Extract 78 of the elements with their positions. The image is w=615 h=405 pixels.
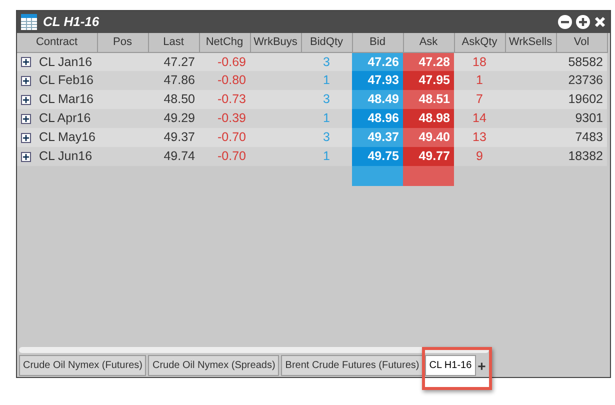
expand-icon[interactable] xyxy=(21,94,31,105)
column-header[interactable]: Vol xyxy=(556,33,607,52)
table-cell: 9301 xyxy=(556,109,607,128)
bid-cell: 47.26 xyxy=(352,52,403,72)
table-cell: 47.27 xyxy=(148,52,199,72)
table-cell: 19602 xyxy=(556,90,607,110)
table-cell: 1 xyxy=(301,71,352,90)
column-header[interactable]: NetChg xyxy=(199,33,250,52)
table-cell: 3 xyxy=(301,90,352,110)
table-cell: -0.70 xyxy=(199,128,250,148)
minimize-icon[interactable] xyxy=(558,15,572,29)
table-cell: 3 xyxy=(301,128,352,148)
table-cell: 3 xyxy=(301,52,352,72)
table-cell: 48.50 xyxy=(148,90,199,110)
tab[interactable]: CL H1-16 xyxy=(425,355,476,376)
bid-cell: 48.96 xyxy=(352,109,403,128)
table-cell: -0.39 xyxy=(199,109,250,128)
bid-cell: 49.75 xyxy=(352,147,403,166)
tab[interactable]: Crude Oil Nymex (Spreads) xyxy=(148,355,280,376)
bid-cell: 48.49 xyxy=(352,90,403,110)
expand-icon[interactable] xyxy=(21,56,31,67)
column-header[interactable]: WrkSells xyxy=(505,33,556,52)
table-cell: 13 xyxy=(454,128,505,148)
table-cell: 49.29 xyxy=(148,109,199,128)
table-cell: 49.37 xyxy=(148,128,199,148)
column-header[interactable]: Ask xyxy=(403,33,454,52)
contract-name: CL Feb16 xyxy=(39,72,94,90)
ask-cell: 48.98 xyxy=(403,109,454,128)
close-icon[interactable] xyxy=(594,16,606,28)
add-icon[interactable] xyxy=(576,15,590,29)
column-header[interactable]: Pos xyxy=(97,33,148,52)
contract-name: CL Mar16 xyxy=(39,91,94,108)
column-header[interactable]: BidQty xyxy=(301,33,352,52)
ask-cell: 49.40 xyxy=(403,128,454,148)
highlight-frame xyxy=(422,347,492,390)
table-cell: 49.74 xyxy=(148,147,199,166)
column-header[interactable]: AskQty xyxy=(454,33,505,52)
table-cell: 23736 xyxy=(556,71,607,90)
contract-name: CL May16 xyxy=(39,129,96,146)
table-cell: 1 xyxy=(301,109,352,128)
window-title: CL H1-16 xyxy=(43,13,100,32)
table-cell: -0.69 xyxy=(199,52,250,72)
ask-cell: 49.77 xyxy=(403,147,454,166)
table-cell: 18 xyxy=(454,52,505,72)
table-cell: 58582 xyxy=(556,52,607,72)
table-cell: 18382 xyxy=(556,147,607,166)
table-cell: 9 xyxy=(454,147,505,166)
expand-icon[interactable] xyxy=(21,114,31,124)
column-header[interactable]: Last xyxy=(148,33,199,52)
ask-column-fill xyxy=(403,166,454,186)
ask-cell: 48.51 xyxy=(403,90,454,110)
column-header[interactable]: WrkBuys xyxy=(250,33,301,52)
tab[interactable]: Crude Oil Nymex (Futures) xyxy=(19,355,146,376)
column-header[interactable]: Bid xyxy=(352,33,403,52)
expand-icon[interactable] xyxy=(21,152,31,162)
add-tab-button[interactable]: + xyxy=(478,358,486,372)
bid-cell: 47.93 xyxy=(352,71,403,90)
table-cell: 7483 xyxy=(556,128,607,148)
expand-icon[interactable] xyxy=(21,132,31,143)
bid-cell: 49.37 xyxy=(352,128,403,148)
table-cell: 47.86 xyxy=(148,71,199,90)
contract-name: CL Jan16 xyxy=(39,54,92,70)
table-cell: 14 xyxy=(454,109,505,128)
tab[interactable]: Brent Crude Futures (Futures) xyxy=(281,355,424,376)
table-cell: -0.70 xyxy=(199,147,250,166)
contract-name: CL Jun16 xyxy=(39,148,92,166)
expand-icon[interactable] xyxy=(21,76,31,86)
ask-cell: 47.28 xyxy=(403,52,454,72)
table-cell: -0.73 xyxy=(199,90,250,110)
table-cell: 7 xyxy=(454,90,505,110)
table-cell: -0.80 xyxy=(199,71,250,90)
table-cell: 1 xyxy=(301,147,352,166)
table-icon xyxy=(21,14,37,30)
contract-name: CL Apr16 xyxy=(39,110,91,128)
column-header[interactable]: Contract xyxy=(17,33,97,52)
ask-cell: 47.95 xyxy=(403,71,454,90)
bid-column-fill xyxy=(352,166,403,186)
table-cell: 1 xyxy=(454,71,505,90)
